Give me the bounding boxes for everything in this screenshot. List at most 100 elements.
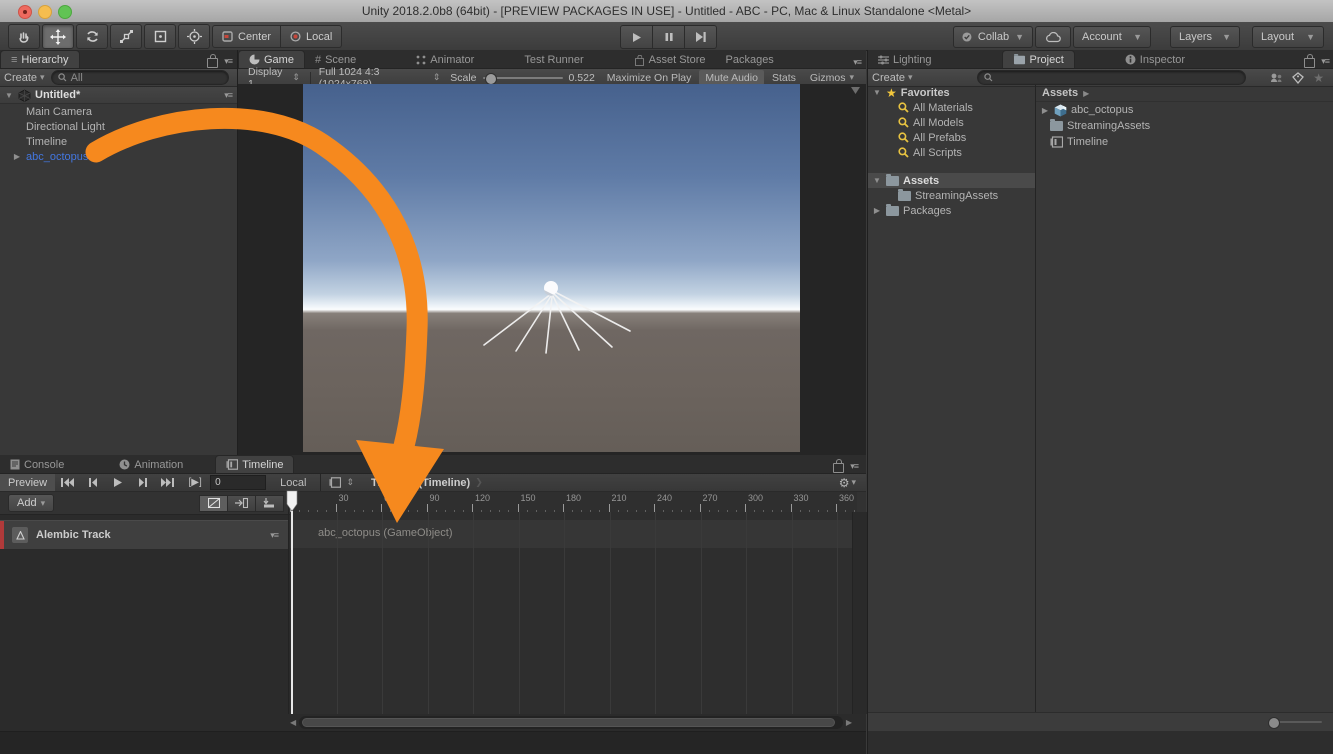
foldout-open-icon[interactable]: ▼ (872, 88, 882, 97)
move-tool-button[interactable] (42, 24, 74, 49)
timeline-ruler[interactable]: 306090120150180210240270300330360 (289, 492, 857, 514)
favorite-star-icon[interactable]: ★ (1313, 71, 1324, 85)
scroll-right-icon[interactable]: ▶ (846, 718, 852, 727)
transform-tool-button[interactable] (178, 24, 210, 49)
mute-audio-toggle[interactable]: Mute Audio (699, 70, 764, 85)
timeline-hscroll-thumb[interactable] (302, 718, 835, 727)
breadcrumb[interactable]: Assets ▶ (1036, 85, 1333, 102)
timeline-selector-label[interactable]: Timeline (Timeline) (371, 477, 470, 489)
package-visibility-icon[interactable] (1270, 72, 1283, 83)
tab-asset-store[interactable]: Asset Store (624, 51, 716, 68)
preview-toggle[interactable]: Preview (0, 474, 55, 491)
rotation-toggle-button[interactable]: Local (281, 25, 342, 48)
tab-inspector[interactable]: Inspector (1115, 51, 1195, 68)
frame-field[interactable]: 0 (210, 475, 266, 490)
play-button[interactable] (620, 25, 653, 49)
scale-tool-button[interactable] (110, 24, 142, 49)
scene-menu-icon[interactable]: ▾≡ (224, 90, 237, 101)
hierarchy-item-main-camera[interactable]: Main Camera (0, 104, 237, 119)
scene-row[interactable]: ▼ Untitled* ▾≡ (0, 87, 237, 104)
timeline-vscrollbar[interactable] (852, 512, 867, 714)
step-button[interactable] (685, 25, 717, 49)
goto-end-button[interactable] (155, 474, 180, 491)
favorites-row[interactable]: ▼ ★ Favorites (868, 85, 1035, 100)
scroll-left-icon[interactable]: ◀ (290, 718, 296, 727)
collab-dropdown[interactable]: Collab ▼ (953, 26, 1033, 48)
rotate-tool-button[interactable] (76, 24, 108, 49)
file-streaming-assets[interactable]: StreamingAssets (1036, 118, 1333, 134)
lock-icon[interactable] (207, 58, 218, 68)
updown-arrow-icon[interactable]: ⇕ (346, 477, 354, 488)
alembic-track-header[interactable]: Alembic Track ▾≡ (0, 520, 288, 550)
pivot-toggle-button[interactable]: Center (212, 25, 281, 48)
foldout-closed-icon[interactable]: ▶ (872, 206, 882, 215)
replace-mode-button[interactable] (256, 495, 284, 512)
packages-folder-row[interactable]: ▶ Packages (868, 203, 1035, 218)
timeline-lanes[interactable]: abc_octopus (GameObject) (290, 512, 852, 714)
streaming-assets-folder-row[interactable]: StreamingAssets (868, 188, 1035, 203)
hierarchy-item-timeline[interactable]: Timeline (0, 134, 237, 149)
foldout-closed-icon[interactable]: ▶ (12, 152, 22, 161)
playhead[interactable] (286, 490, 298, 714)
rect-tool-button[interactable] (144, 24, 176, 49)
assets-folder-row[interactable]: ▼ Assets (868, 173, 1035, 188)
pause-button[interactable] (653, 25, 685, 49)
goto-start-button[interactable] (55, 474, 80, 491)
foldout-closed-icon[interactable]: ▶ (1040, 106, 1050, 115)
timeline-selector-icon[interactable] (329, 477, 341, 488)
favorite-all-materials[interactable]: All Materials (868, 100, 1035, 115)
thumbnail-zoom-knob[interactable] (1268, 717, 1280, 729)
scale-slider-knob[interactable] (485, 73, 497, 85)
layers-dropdown[interactable]: Layers ▼ (1170, 26, 1240, 48)
hierarchy-search-input[interactable]: All (51, 70, 229, 85)
project-create-dropdown[interactable]: Create ▾ (872, 72, 913, 84)
tab-console[interactable]: Console (0, 456, 74, 473)
cloud-button[interactable] (1035, 26, 1071, 48)
timeline-play-button[interactable] (105, 474, 130, 491)
lock-icon[interactable] (1304, 58, 1315, 68)
timeline-settings-button[interactable]: ⚙ ▾ (839, 476, 866, 490)
hierarchy-create-dropdown[interactable]: Create ▾ (4, 72, 45, 84)
reference-mode-dropdown[interactable]: Local (266, 477, 320, 489)
panel-menu-icon[interactable]: ▾≡ (853, 57, 861, 67)
favorite-all-prefabs[interactable]: All Prefabs (868, 130, 1035, 145)
thumbnail-zoom-slider[interactable] (1270, 721, 1322, 723)
tab-lighting[interactable]: Lighting (868, 51, 942, 68)
file-timeline[interactable]: Timeline (1036, 134, 1333, 150)
label-tag-icon[interactable] (1292, 72, 1304, 84)
hierarchy-item-abc-octopus[interactable]: ▶ abc_octopus (0, 149, 237, 164)
file-abc-octopus[interactable]: ▶ abc_octopus (1036, 102, 1333, 118)
favorite-all-scripts[interactable]: All Scripts (868, 145, 1035, 160)
tab-project[interactable]: Project (1002, 50, 1075, 68)
tab-animation[interactable]: Animation (109, 456, 193, 473)
stats-toggle[interactable]: Stats (766, 70, 802, 85)
ripple-mode-button[interactable] (228, 495, 256, 512)
tab-test-runner[interactable]: Test Runner (514, 51, 593, 68)
layout-dropdown[interactable]: Layout ▼ (1252, 26, 1324, 48)
panel-menu-icon[interactable]: ▾≡ (224, 56, 232, 67)
hierarchy-item-directional-light[interactable]: Directional Light (0, 119, 237, 134)
add-track-button[interactable]: Add ▾ (8, 494, 54, 512)
scroll-down-icon[interactable] (851, 87, 860, 94)
hand-tool-button[interactable] (8, 24, 40, 49)
timeline-hscrollbar[interactable] (299, 716, 843, 729)
tab-timeline[interactable]: Timeline (215, 455, 294, 473)
prev-frame-button[interactable] (80, 474, 105, 491)
lock-icon[interactable] (833, 463, 844, 473)
next-frame-button[interactable] (130, 474, 155, 491)
mix-mode-button[interactable] (199, 495, 228, 512)
project-search-input[interactable] (977, 70, 1246, 85)
foldout-open-icon[interactable]: ▼ (4, 91, 14, 100)
zoom-button[interactable] (58, 5, 72, 19)
minimize-button[interactable] (38, 5, 52, 19)
panel-menu-icon[interactable]: ▾≡ (1321, 56, 1329, 67)
scale-slider[interactable] (483, 77, 563, 79)
tab-packages[interactable]: Packages (716, 51, 784, 68)
favorite-all-models[interactable]: All Models (868, 115, 1035, 130)
tab-hierarchy[interactable]: ≡ Hierarchy (0, 50, 80, 68)
account-dropdown[interactable]: Account ▼ (1073, 26, 1151, 48)
close-button[interactable] (18, 5, 32, 19)
foldout-open-icon[interactable]: ▼ (872, 176, 882, 185)
panel-menu-icon[interactable]: ▾≡ (850, 461, 858, 472)
maximize-on-play-toggle[interactable]: Maximize On Play (601, 70, 698, 85)
